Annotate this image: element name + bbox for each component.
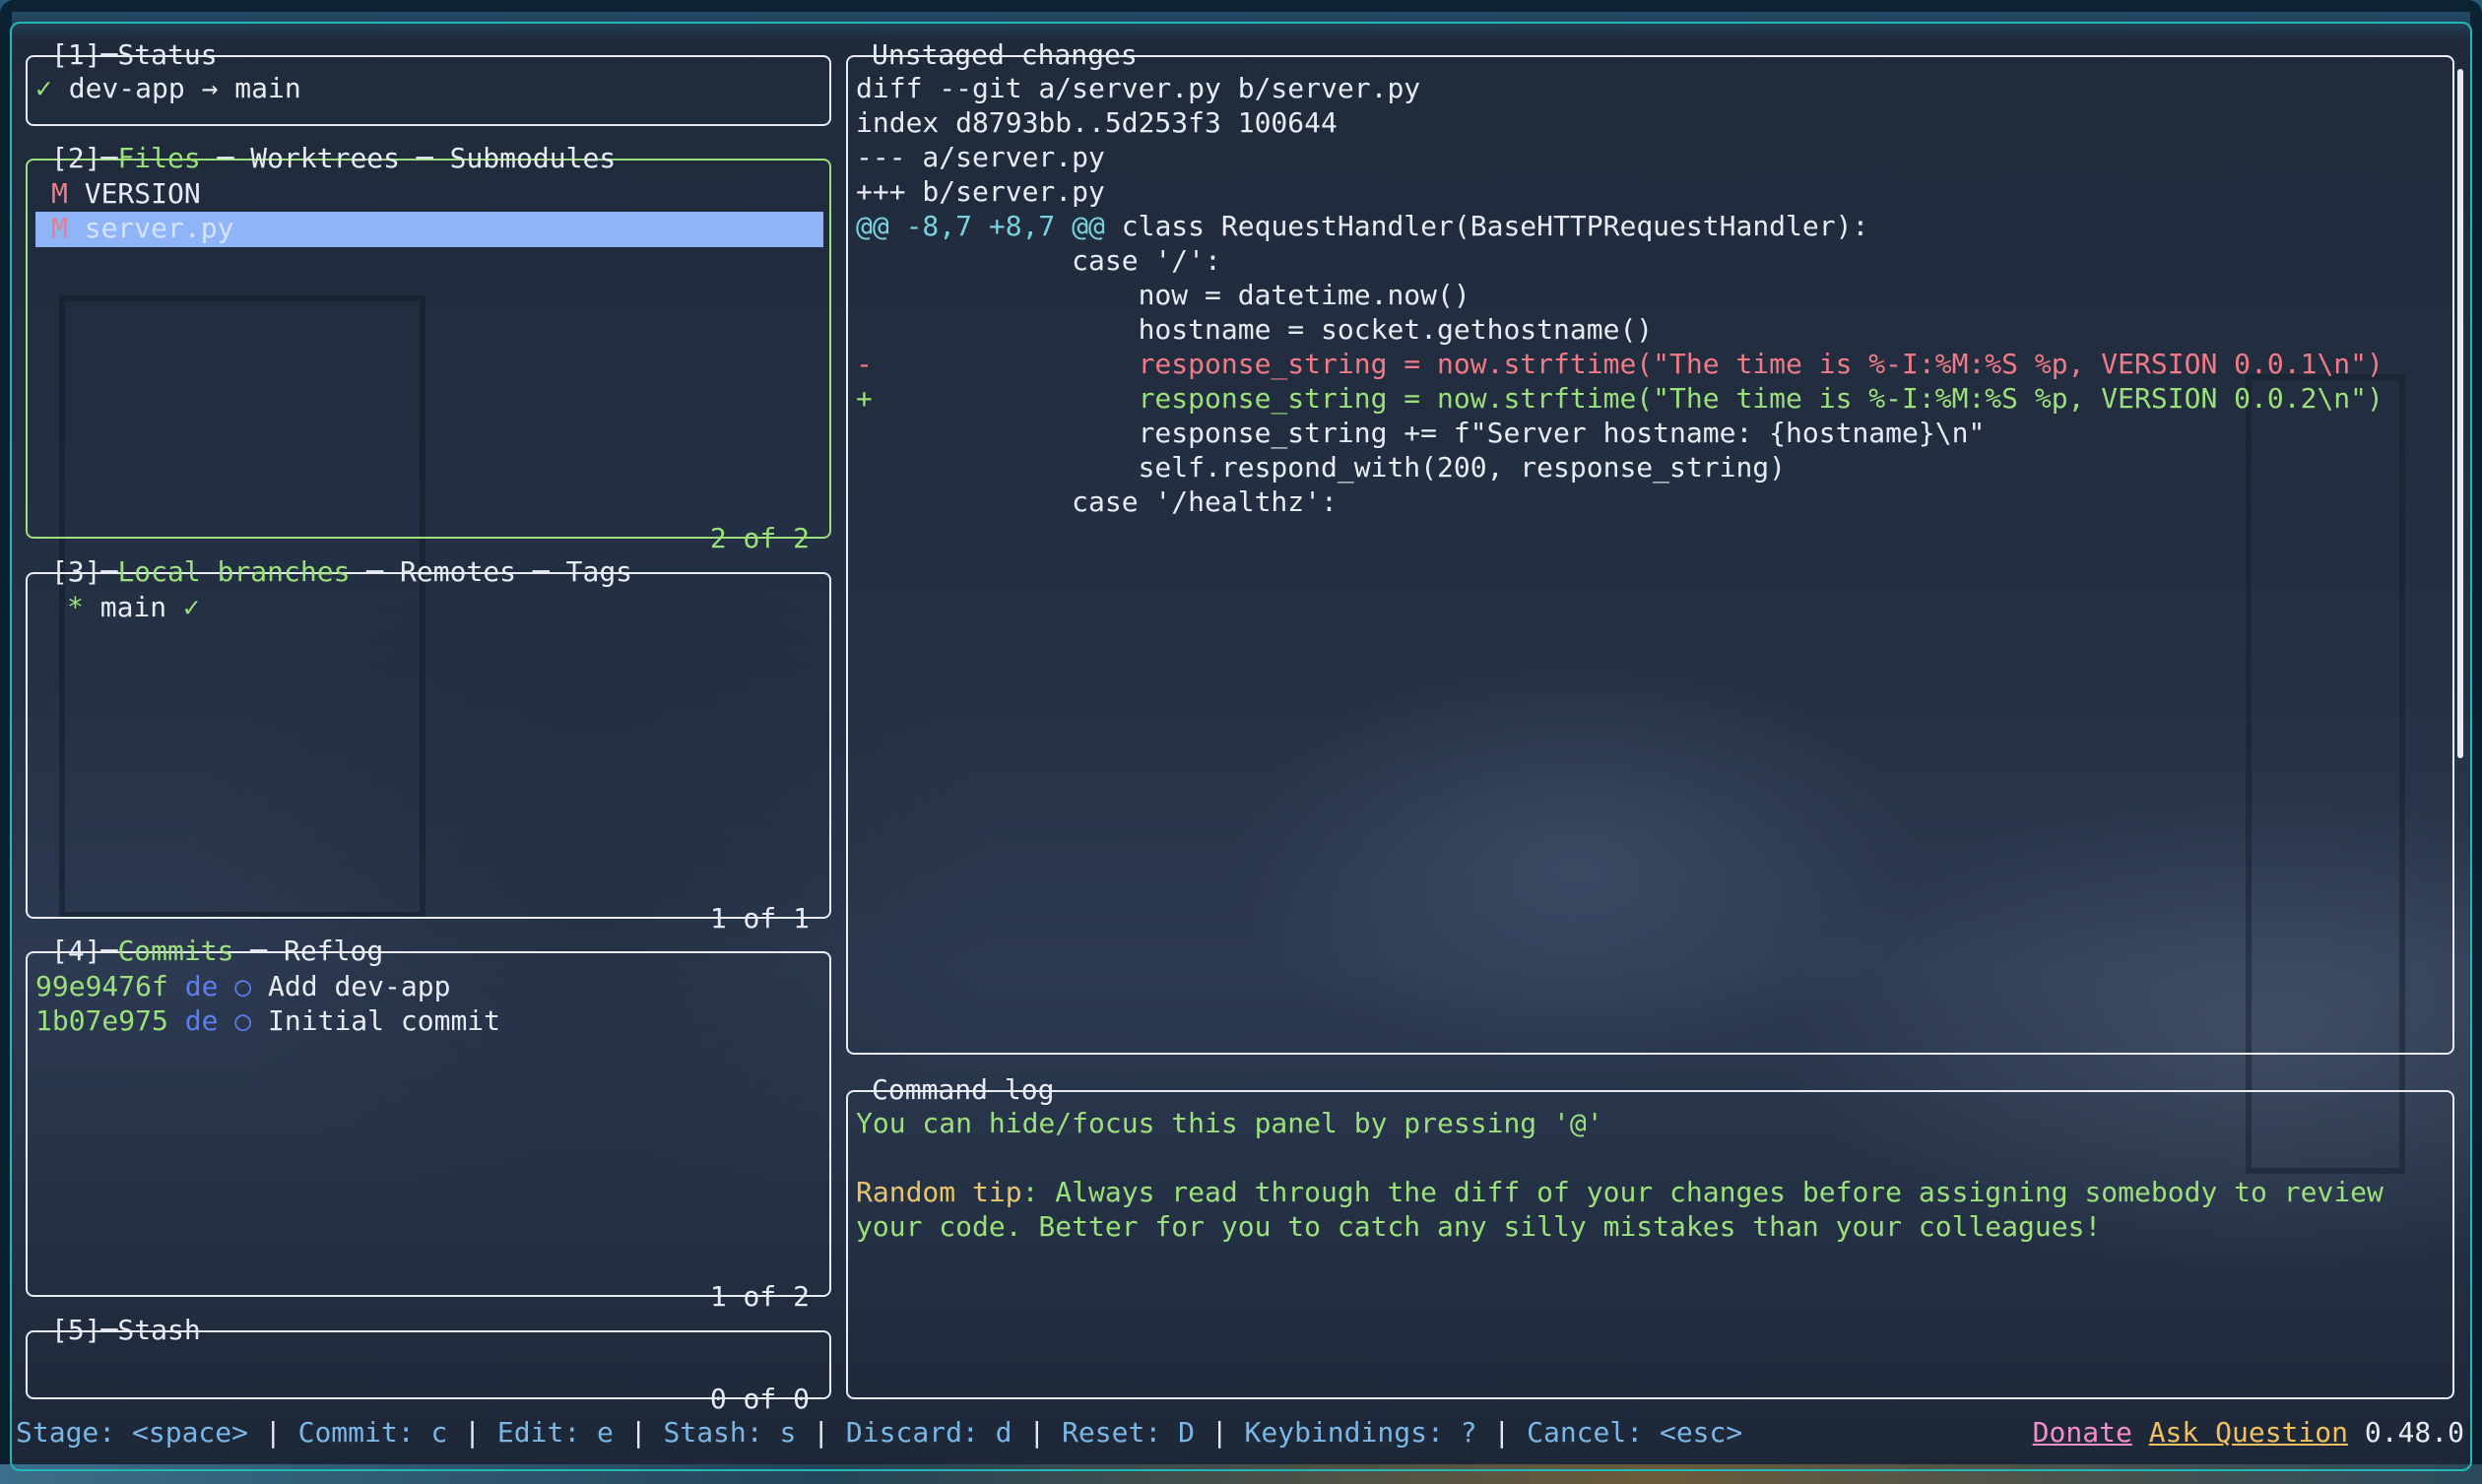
file-name: VERSION	[84, 177, 201, 210]
separator: |	[1012, 1416, 1063, 1449]
tab-remotes-tags[interactable]: ─ Remotes ─ Tags	[350, 555, 632, 588]
tab-reflog[interactable]: ─ Reflog	[233, 935, 383, 967]
branch-check-icon: ✓	[183, 591, 200, 623]
files-count: 2 of 2	[709, 522, 810, 554]
tab-worktrees-submodules[interactable]: ─ Worktrees ─ Submodules	[201, 142, 617, 174]
separator: |	[613, 1416, 664, 1449]
footer-links: Donate Ask Question 0.48.0	[2033, 1415, 2464, 1450]
diff-line-added: + response_string = now.strftime("The ti…	[856, 382, 2384, 415]
separator: |	[248, 1416, 298, 1449]
files-panel-title[interactable]: [2]─Files ─ Worktrees ─ Submodules	[47, 141, 620, 175]
ask-question-link[interactable]: Ask Question	[2149, 1416, 2348, 1449]
branch-name: main	[99, 591, 167, 623]
diff-line: response_string += f"Server hostname: {h…	[856, 417, 1986, 449]
diff-hunk-header: @@ -8,7 +8,7 @@ class RequestHandler(Bas…	[856, 209, 1868, 243]
command-log-hint: You can hide/focus this panel by pressin…	[856, 1107, 1603, 1139]
keybindings-bar: Stage: <space> | Commit: c | Edit: e | S…	[16, 1415, 1742, 1450]
commit-hash: 1b07e975	[35, 1004, 168, 1037]
tab-commits[interactable]: Commits	[117, 935, 233, 967]
commits-panel[interactable]: [4]─Commits ─ Reflog 99e9476f de ○ Add d…	[26, 935, 831, 1313]
separator: |	[1194, 1416, 1245, 1449]
commit-message: Add dev-app	[268, 970, 451, 1002]
key-hint: Keybindings: ?	[1244, 1416, 1477, 1449]
key-hint: Reset: D	[1062, 1416, 1195, 1449]
commit-item[interactable]: 1b07e975 de ○ Initial commit	[35, 1003, 500, 1038]
files-panel[interactable]: [2]─Files ─ Worktrees ─ Submodules M VER…	[26, 142, 831, 554]
status-panel-title: [1]─Status	[51, 38, 218, 71]
diff-scrollbar[interactable]	[2457, 69, 2463, 758]
diff-panel-title: Unstaged changes	[872, 38, 1138, 71]
commits-panel-title[interactable]: [4]─Commits ─ Reflog	[47, 934, 387, 968]
diff-line: diff --git a/server.py b/server.py	[856, 72, 1421, 104]
status-panel[interactable]: [1]─Status ✓ dev-app → main	[26, 38, 831, 126]
key-hint: Cancel: <esc>	[1527, 1416, 1743, 1449]
tip-text: : Always read through the diff of your c…	[1021, 1176, 2384, 1208]
stash-panel[interactable]: [5]─Stash 0 of 0	[26, 1314, 831, 1415]
separator: |	[447, 1416, 497, 1449]
file-item[interactable]: M VERSION	[51, 176, 201, 211]
command-log-panel[interactable]: Command log You can hide/focus this pane…	[846, 1073, 2454, 1399]
key-hint: Commit: c	[297, 1416, 448, 1449]
branches-count: 1 of 1	[709, 902, 810, 935]
commit-node-icon: ○	[234, 970, 252, 1002]
hunk-context: class RequestHandler(BaseHTTPRequestHand…	[1104, 210, 1869, 242]
key-hint: Edit: e	[496, 1416, 614, 1449]
file-item-selected[interactable]: M server.py	[51, 211, 233, 245]
file-name: server.py	[84, 212, 234, 244]
repo-branch: dev-app → main	[68, 72, 301, 104]
version-label: 0.48.0	[2364, 1416, 2464, 1449]
tip-label: Random tip	[856, 1176, 1022, 1208]
diff-line: hostname = socket.gethostname()	[856, 313, 1654, 346]
tab-local-branches[interactable]: Local branches	[117, 555, 350, 588]
diff-line: index d8793bb..5d253f3 100644	[856, 106, 1338, 139]
diff-line: now = datetime.now()	[856, 279, 1470, 311]
commit-message: Initial commit	[268, 1004, 501, 1037]
key-hint: Discard: d	[845, 1416, 1012, 1449]
stash-count: 0 of 0	[709, 1383, 810, 1415]
branches-panel-number: [3]─	[51, 555, 118, 588]
separator: |	[796, 1416, 846, 1449]
separator: |	[1476, 1416, 1528, 1449]
tip-text-continued: your code. Better for you to catch any s…	[856, 1210, 2102, 1243]
branches-panel-title[interactable]: [3]─Local branches ─ Remotes ─ Tags	[47, 554, 636, 589]
files-panel-number: [2]─	[51, 142, 118, 174]
branches-panel[interactable]: [3]─Local branches ─ Remotes ─ Tags * ma…	[26, 555, 831, 935]
commit-item[interactable]: 99e9476f de ○ Add dev-app	[35, 969, 450, 1003]
status-check-icon: ✓	[35, 72, 52, 104]
key-hint: Stash: s	[663, 1416, 797, 1449]
key-hint: Stage: <space>	[16, 1416, 249, 1449]
commit-hash: 99e9476f	[35, 970, 168, 1002]
diff-line: self.respond_with(200, response_string)	[856, 451, 1787, 484]
diff-line: case '/healthz':	[856, 485, 1338, 518]
diff-line: --- a/server.py	[856, 141, 1105, 173]
current-branch-marker: *	[67, 591, 84, 623]
tab-files[interactable]: Files	[117, 142, 200, 174]
hunk-range: @@ -8,7 +8,7 @@	[856, 210, 1105, 242]
stash-panel-title: [5]─Stash	[51, 1314, 201, 1346]
diff-line: case '/':	[856, 244, 1221, 277]
commits-count: 1 of 2	[709, 1280, 810, 1313]
branch-item[interactable]: * main ✓	[67, 590, 200, 624]
commits-panel-number: [4]─	[51, 935, 118, 967]
commit-node-icon: ○	[234, 1004, 252, 1037]
commit-author: de	[184, 970, 219, 1002]
diff-line: +++ b/server.py	[856, 175, 1105, 208]
donate-link[interactable]: Donate	[2033, 1416, 2132, 1449]
diff-panel[interactable]: Unstaged changes diff --git a/server.py …	[846, 38, 2454, 1055]
command-log-title: Command log	[872, 1073, 1055, 1106]
commit-author: de	[184, 1004, 219, 1037]
diff-line-removed: - response_string = now.strftime("The ti…	[856, 348, 2384, 380]
status-line[interactable]: ✓ dev-app → main	[35, 71, 301, 105]
file-status: M	[51, 177, 68, 210]
file-status: M	[51, 212, 68, 244]
random-tip: Random tip: Always read through the diff…	[856, 1175, 2384, 1209]
